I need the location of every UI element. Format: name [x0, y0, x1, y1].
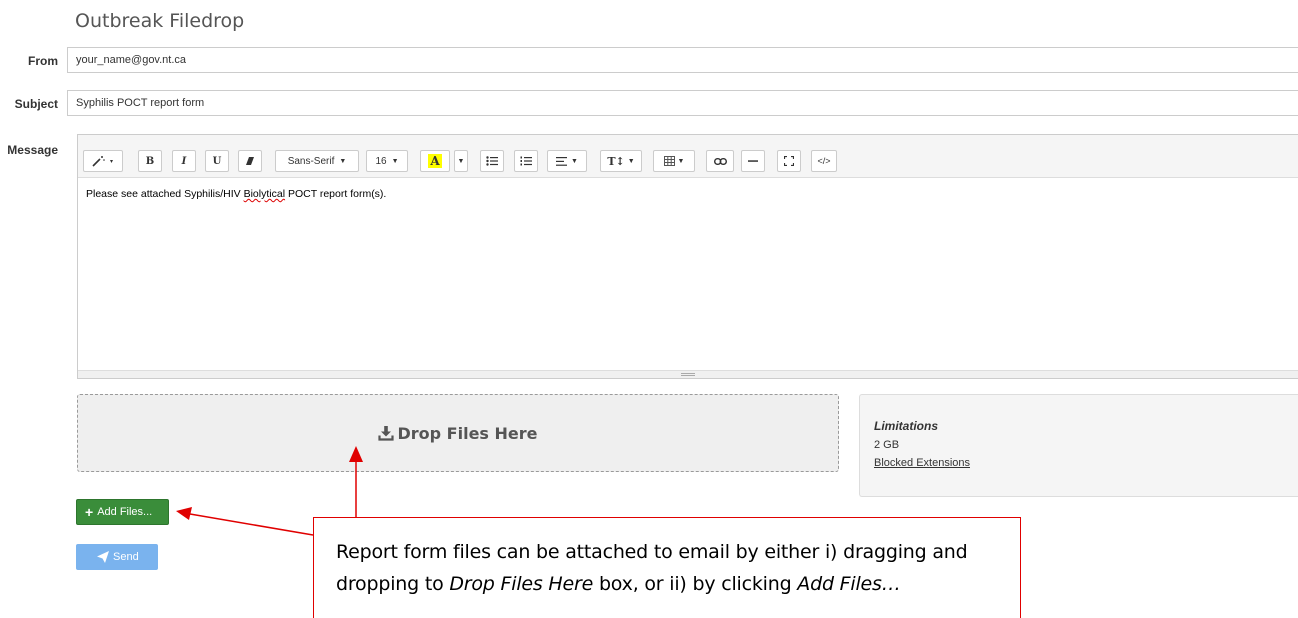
- editor-toolbar: B I U Sans-Serif ▼ 16 ▼ A ▼ ▼ T↕ ▼ ▼ </>: [78, 135, 1298, 178]
- ordered-list-button[interactable]: [514, 150, 538, 172]
- editor-content[interactable]: Please see attached Syphilis/HIV Biolyti…: [78, 178, 1298, 210]
- send-button[interactable]: Send: [76, 544, 158, 570]
- paper-plane-icon: [97, 551, 109, 563]
- font-family-value: Sans-Serif: [287, 155, 335, 167]
- italic-button[interactable]: I: [172, 150, 196, 172]
- style-magic-wand-button[interactable]: [83, 150, 123, 172]
- line-height-dropdown[interactable]: T↕ ▼: [600, 150, 642, 172]
- align-left-icon: [556, 156, 568, 166]
- insert-link-button[interactable]: [706, 150, 734, 172]
- bullet-list-icon: [486, 156, 498, 166]
- caret-down-icon: ▼: [339, 157, 347, 165]
- page-title: Outbreak Filedrop: [75, 10, 245, 32]
- annotation-callout: Report form files can be attached to ema…: [313, 517, 1021, 618]
- editor-misspelled-word: Biolytical: [243, 188, 286, 200]
- font-family-dropdown[interactable]: Sans-Serif ▼: [275, 150, 359, 172]
- plus-icon: +: [85, 504, 94, 520]
- add-files-label: Add Files...: [97, 506, 153, 518]
- drop-files-zone[interactable]: Drop Files Here: [77, 394, 839, 472]
- callout-text-2: box, or ii) by clicking: [593, 573, 798, 595]
- editor-resize-handle[interactable]: [78, 370, 1298, 378]
- fullscreen-button[interactable]: [777, 150, 801, 172]
- message-label: Message: [7, 143, 58, 157]
- unordered-list-button[interactable]: [480, 150, 504, 172]
- from-label: From: [28, 54, 58, 68]
- expand-icon: [784, 156, 794, 166]
- color-dropdown-caret-icon[interactable]: ▼: [454, 150, 468, 172]
- size-limit: 2 GB: [874, 439, 900, 451]
- numbered-list-icon: [520, 156, 532, 166]
- editor-text-end: POCT report form(s).: [285, 188, 387, 200]
- table-icon: [663, 156, 675, 166]
- paragraph-align-dropdown[interactable]: ▼: [547, 150, 587, 172]
- caret-down-icon: ▼: [627, 157, 635, 165]
- limitations-panel: Limitations 2 GB Blocked Extensions: [859, 394, 1298, 497]
- message-editor: B I U Sans-Serif ▼ 16 ▼ A ▼ ▼ T↕ ▼ ▼ </>…: [77, 134, 1298, 379]
- grip-icon: [681, 373, 695, 376]
- send-label: Send: [113, 551, 139, 563]
- line-height-icon: T↕: [607, 154, 625, 168]
- code-view-button[interactable]: </>: [811, 150, 837, 172]
- blocked-extensions-link[interactable]: Blocked Extensions: [874, 457, 970, 469]
- caret-down-icon: ▼: [571, 157, 578, 165]
- bold-button[interactable]: B: [138, 150, 162, 172]
- download-icon: [378, 426, 395, 441]
- caret-down-icon: ▼: [677, 157, 685, 165]
- arrowhead-left-icon: [176, 507, 192, 520]
- callout-emphasis-drop: Drop Files Here: [449, 573, 594, 595]
- editor-text-start: Please see attached Syphilis/HIV: [86, 188, 244, 200]
- text-color-button[interactable]: A: [420, 150, 450, 172]
- minus-icon: [748, 160, 758, 162]
- caret-down-icon: ▼: [391, 157, 399, 165]
- font-size-value: 16: [375, 155, 387, 167]
- magic-wand-icon: [92, 156, 113, 167]
- eraser-button[interactable]: [238, 150, 262, 172]
- from-field[interactable]: your_name@gov.nt.ca: [67, 47, 1298, 73]
- add-files-button[interactable]: + Add Files...: [76, 499, 169, 525]
- drop-files-label: Drop Files Here: [397, 423, 538, 443]
- arrow-to-add-files: [189, 513, 314, 536]
- table-dropdown[interactable]: ▼: [653, 150, 695, 172]
- limitations-title: Limitations: [874, 419, 939, 433]
- underline-button[interactable]: U: [205, 150, 229, 172]
- link-icon: [713, 157, 727, 165]
- subject-field[interactable]: Syphilis POCT report form: [67, 90, 1298, 116]
- callout-emphasis-add: Add Files…: [797, 573, 901, 595]
- horizontal-rule-button[interactable]: [741, 150, 765, 172]
- subject-label: Subject: [14, 97, 58, 111]
- text-color-swatch: A: [428, 154, 442, 168]
- font-size-dropdown[interactable]: 16 ▼: [366, 150, 408, 172]
- eraser-icon: [246, 157, 254, 165]
